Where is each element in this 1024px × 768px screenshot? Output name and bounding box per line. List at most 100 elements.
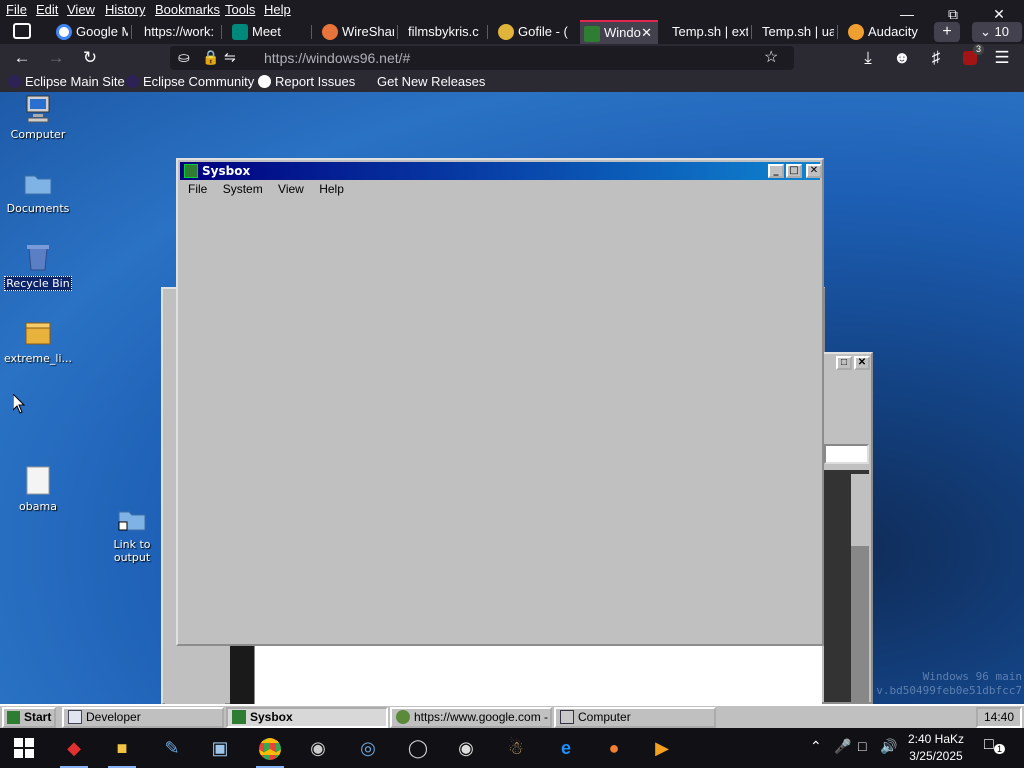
desktop-icon-documents[interactable]: Documents bbox=[0, 168, 78, 215]
host-taskbar: ◆ ■ ✎ ▣ ◉ ◎ ◯ ◉ ☃ e ● ▶ ⌃ 🎤 □ 🔊 2:40 HaK… bbox=[0, 728, 1024, 768]
microphone-icon[interactable]: 🎤 bbox=[834, 738, 851, 755]
tab-label: Temp.sh | ua bbox=[762, 24, 834, 39]
menu-bookmarks[interactable]: Bookmarks bbox=[155, 2, 220, 17]
tab-label: Windo bbox=[604, 25, 641, 40]
app-shield-icon[interactable]: ◉ bbox=[452, 734, 480, 762]
volume-icon[interactable]: 🔊 bbox=[880, 738, 897, 755]
tab-gofile[interactable]: Gofile - ( bbox=[494, 20, 572, 44]
file-explorer-icon[interactable]: ■ bbox=[108, 734, 136, 768]
tab-meet[interactable]: Meet bbox=[228, 20, 308, 44]
account-icon[interactable]: ☻ bbox=[888, 46, 916, 70]
sysbox-menu-system[interactable]: System bbox=[223, 182, 263, 196]
bookmark-get-new-releases[interactable]: Get New Releases bbox=[377, 74, 485, 89]
downloads-icon[interactable]: ⤓ bbox=[854, 46, 882, 70]
host-clock[interactable]: 2:40 HaKz 3/25/2025 bbox=[906, 731, 966, 765]
ublock-icon[interactable]: 3 bbox=[956, 44, 984, 70]
watermark-line: v.bd50499feb0e51dbfcc7 bbox=[876, 684, 1022, 697]
gofile-icon bbox=[498, 24, 514, 40]
tab-work[interactable]: https://work: bbox=[134, 20, 218, 44]
menu-view[interactable]: View bbox=[67, 2, 95, 17]
bookmarks-bar: Eclipse Main Site Eclipse Community Repo… bbox=[0, 72, 1024, 92]
start-button[interactable]: Start bbox=[2, 707, 56, 728]
internet-explorer-icon[interactable]: e bbox=[552, 734, 580, 762]
menu-edit[interactable]: Edit bbox=[36, 2, 58, 17]
tab-label: filmsbykris.c bbox=[408, 24, 479, 39]
sysbox-menu-view[interactable]: View bbox=[278, 182, 304, 196]
url-bar[interactable]: ⛀ 🔒 ⇋ https://windows96.net/# ☆ bbox=[170, 46, 794, 70]
menu-history[interactable]: History bbox=[105, 2, 145, 17]
close-icon[interactable]: ✕ bbox=[806, 164, 822, 178]
bookmark-eclipse-main[interactable]: Eclipse Main Site bbox=[8, 74, 125, 89]
tab-wireshark[interactable]: WireShar bbox=[318, 20, 394, 44]
hamburger-menu-icon[interactable]: ☰ bbox=[988, 46, 1016, 70]
desktop-icon-extreme-li[interactable]: extreme_li... bbox=[0, 318, 78, 365]
bookmark-label: Eclipse Community bbox=[143, 74, 255, 89]
tab-audacity[interactable]: Audacity bbox=[844, 20, 926, 44]
bookmark-eclipse-community[interactable]: Eclipse Community bbox=[126, 74, 254, 89]
minimize-icon[interactable]: _ bbox=[768, 164, 784, 178]
notifications-icon[interactable]: □ 1 bbox=[984, 736, 1006, 754]
tab-strip: Google M https://work: Meet WireShar fil… bbox=[0, 20, 1024, 44]
app-orange-icon[interactable]: ● bbox=[600, 734, 628, 762]
reload-icon[interactable]: ↻ bbox=[76, 46, 104, 70]
desktop-icon-obama[interactable]: obama bbox=[0, 466, 78, 513]
shield-icon[interactable]: ⛀ bbox=[178, 49, 190, 66]
google-icon bbox=[56, 24, 72, 40]
maximize-icon[interactable]: □ bbox=[786, 164, 802, 178]
tab-label: WireShar bbox=[342, 24, 394, 39]
eclipse-icon bbox=[8, 75, 21, 88]
taskbar-item-computer[interactable]: Computer bbox=[554, 707, 716, 728]
menu-help[interactable]: Help bbox=[264, 2, 291, 17]
close-icon[interactable]: ✕ bbox=[854, 356, 870, 370]
taskbar-item-sysbox[interactable]: Sysbox bbox=[226, 707, 388, 728]
back-arrow-icon[interactable]: ← bbox=[8, 46, 36, 70]
sysbox-titlebar[interactable]: Sysbox _ □ ✕ bbox=[180, 162, 822, 180]
network-icon[interactable]: □ bbox=[858, 738, 866, 754]
permissions-icon[interactable]: ⇋ bbox=[224, 49, 236, 66]
lock-icon[interactable]: 🔒 bbox=[202, 49, 219, 66]
globe-icon[interactable]: ◎ bbox=[354, 734, 382, 762]
show-hidden-icons-icon[interactable]: ⌃ bbox=[810, 738, 822, 755]
github-icon bbox=[258, 75, 271, 88]
app-window-icon[interactable]: ▣ bbox=[206, 734, 234, 762]
tab-google-mail[interactable]: Google M bbox=[52, 20, 128, 44]
app-gray-icon[interactable]: ◉ bbox=[304, 734, 332, 762]
scrollbar-thumb[interactable] bbox=[851, 546, 869, 702]
bookmark-report-issues[interactable]: Report Issues bbox=[258, 74, 355, 89]
paint-icon[interactable]: ✎ bbox=[158, 734, 186, 762]
sysbox-menu-help[interactable]: Help bbox=[319, 182, 344, 196]
desktop-icon-computer[interactable]: Computer bbox=[0, 94, 78, 141]
chrome-icon[interactable] bbox=[256, 734, 284, 768]
gimp-icon[interactable]: ☃ bbox=[502, 734, 530, 762]
recycle-bin-icon bbox=[23, 242, 53, 272]
tab-temp-sh-ext[interactable]: Temp.sh | ext bbox=[664, 20, 748, 44]
sysbox-menu-file[interactable]: File bbox=[188, 182, 207, 196]
new-tab-button[interactable]: + bbox=[934, 22, 960, 42]
windows-start-icon[interactable] bbox=[10, 734, 38, 762]
url-text[interactable]: https://windows96.net/# bbox=[264, 50, 410, 66]
app-red-icon[interactable]: ◆ bbox=[60, 734, 88, 768]
w96-version-watermark: Windows 96 main v.bd50499feb0e51dbfcc7 bbox=[876, 670, 1022, 698]
desktop-icon-link-to-output[interactable]: Link to output bbox=[92, 504, 172, 564]
tab-list-button[interactable]: ⌄ 10 bbox=[972, 22, 1022, 42]
taskbar-item-google[interactable]: https://www.google.com - I... bbox=[390, 707, 552, 728]
address-field[interactable] bbox=[824, 444, 869, 464]
background-window[interactable]: □ ✕ bbox=[820, 352, 873, 704]
forward-arrow-icon[interactable]: → bbox=[42, 46, 70, 70]
tab-filmsbykris[interactable]: filmsbykris.c bbox=[400, 20, 484, 44]
menu-tools[interactable]: Tools bbox=[225, 2, 255, 17]
tab-overview-icon[interactable] bbox=[4, 20, 40, 44]
obs-icon[interactable]: ◯ bbox=[404, 734, 432, 762]
desktop-icon-recycle-bin[interactable]: Recycle Bin bbox=[0, 242, 78, 291]
tab-temp-sh-ua[interactable]: Temp.sh | ua bbox=[754, 20, 834, 44]
taskbar-item-developer[interactable]: Developer bbox=[62, 707, 224, 728]
maximize-icon[interactable]: □ bbox=[836, 356, 852, 370]
desktop-icon-label: Computer bbox=[10, 128, 66, 141]
extensions-icon[interactable]: ♯ bbox=[922, 46, 950, 70]
close-tab-icon[interactable]: ✕ bbox=[641, 22, 652, 44]
media-player-icon[interactable]: ▶ bbox=[648, 734, 676, 762]
sysbox-window[interactable]: Sysbox _ □ ✕ File System View Help bbox=[176, 158, 824, 646]
tab-windows96[interactable]: Windo ✕ bbox=[580, 20, 658, 44]
bookmark-star-icon[interactable]: ☆ bbox=[764, 47, 778, 67]
menu-file[interactable]: File bbox=[6, 2, 27, 17]
